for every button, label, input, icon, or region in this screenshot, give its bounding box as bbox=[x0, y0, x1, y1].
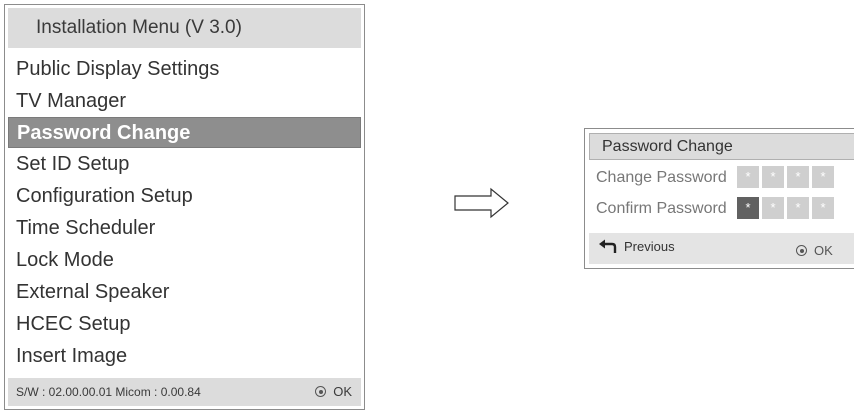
menu-list: Public Display Settings TV Manager Passw… bbox=[8, 53, 361, 372]
menu-item-hcec-setup[interactable]: HCEC Setup bbox=[8, 308, 361, 340]
password-change-dialog: Password Change Change Password * * * * … bbox=[584, 128, 854, 269]
firmware-version: S/W : 02.00.00.01 Micom : 0.00.84 bbox=[16, 385, 201, 399]
ok-button-icon bbox=[315, 386, 327, 397]
change-password-row: Change Password * * * * bbox=[589, 164, 854, 191]
menu-item-set-id-setup[interactable]: Set ID Setup bbox=[8, 148, 361, 180]
dialog-footer: Previous OK bbox=[589, 233, 854, 264]
menu-footer: S/W : 02.00.00.01 Micom : 0.00.84 OK bbox=[8, 378, 361, 406]
dialog-ok-button[interactable]: OK bbox=[796, 242, 833, 260]
ok-button-icon bbox=[796, 245, 807, 256]
previous-label: Previous bbox=[624, 239, 675, 254]
change-password-digit[interactable]: * bbox=[812, 166, 834, 188]
installation-menu: Installation Menu (V 3.0) Public Display… bbox=[4, 4, 365, 410]
change-password-label: Change Password bbox=[596, 169, 727, 186]
menu-item-external-speaker[interactable]: External Speaker bbox=[8, 276, 361, 308]
previous-button[interactable]: Previous bbox=[598, 238, 675, 256]
menu-item-password-change[interactable]: Password Change bbox=[8, 117, 361, 148]
menu-item-public-display-settings[interactable]: Public Display Settings bbox=[8, 53, 361, 85]
change-password-field[interactable]: * * * * bbox=[737, 166, 834, 188]
confirm-password-digit[interactable]: * bbox=[812, 197, 834, 219]
menu-item-lock-mode[interactable]: Lock Mode bbox=[8, 244, 361, 276]
change-password-digit[interactable]: * bbox=[762, 166, 784, 188]
right-arrow-icon bbox=[454, 187, 509, 219]
dialog-ok-label: OK bbox=[814, 243, 833, 258]
menu-item-insert-image[interactable]: Insert Image bbox=[8, 340, 361, 372]
confirm-password-digit[interactable]: * bbox=[762, 197, 784, 219]
menu-item-configuration-setup[interactable]: Configuration Setup bbox=[8, 180, 361, 212]
menu-ok-button[interactable]: OK bbox=[315, 378, 352, 406]
confirm-password-digit[interactable]: * bbox=[787, 197, 809, 219]
menu-item-time-scheduler[interactable]: Time Scheduler bbox=[8, 212, 361, 244]
menu-ok-label: OK bbox=[333, 384, 352, 399]
back-arrow-icon bbox=[599, 239, 617, 253]
dialog-title: Password Change bbox=[589, 133, 854, 160]
confirm-password-row: Confirm Password * * * * bbox=[589, 195, 854, 222]
confirm-password-label: Confirm Password bbox=[596, 200, 727, 217]
change-password-digit[interactable]: * bbox=[737, 166, 759, 188]
menu-title: Installation Menu (V 3.0) bbox=[8, 8, 361, 48]
confirm-password-digit-active[interactable]: * bbox=[737, 197, 759, 219]
change-password-digit[interactable]: * bbox=[787, 166, 809, 188]
confirm-password-field[interactable]: * * * * bbox=[737, 197, 834, 219]
menu-item-tv-manager[interactable]: TV Manager bbox=[8, 85, 361, 117]
